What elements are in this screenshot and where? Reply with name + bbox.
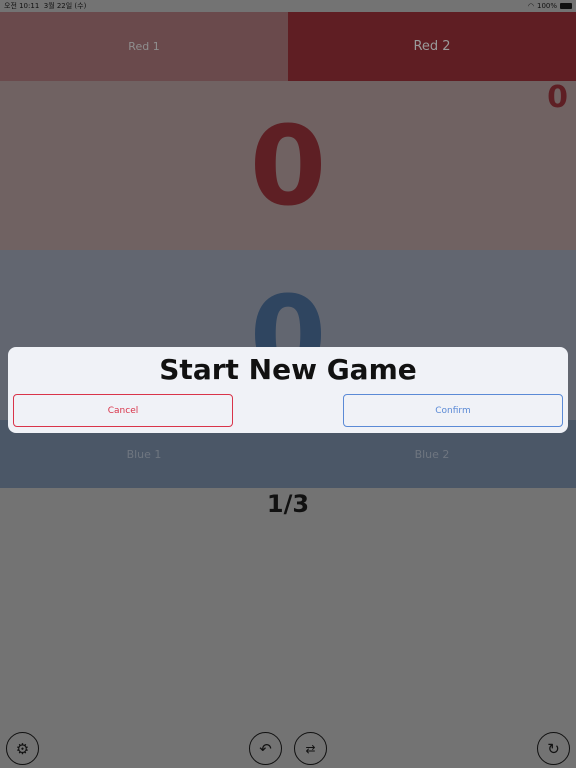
status-bar: 오전 10:11 3월 22일 (수) ◠ 100% [0,0,576,12]
refresh-icon: ↻ [547,739,560,758]
player-red-2[interactable]: Red 2 [288,12,576,81]
wifi-icon: ◠ [527,2,534,10]
red-score: 0 [249,101,327,230]
gear-icon: ⚙ [15,739,30,758]
refresh-button[interactable]: ↻ [537,732,570,765]
red-sets-won: 0 [547,80,568,115]
settings-button[interactable]: ⚙ [6,732,39,765]
battery-icon [560,3,572,9]
undo-icon: ↶ [259,739,272,758]
round-indicator: 1/3 [266,490,310,518]
player-red-1[interactable]: Red 1 [0,12,288,81]
red-score-area[interactable]: 0 [0,81,576,250]
status-time: 오전 10:11 [4,2,40,10]
undo-button[interactable]: ↶ [249,732,282,765]
new-game-dialog: Start New Game Cancel Confirm [8,347,568,433]
red-team-header: Red 1 Red 2 [0,12,576,81]
status-date: 3월 22일 (수) [43,2,87,10]
battery-percent: 100% [536,2,557,10]
dialog-title: Start New Game [159,353,417,386]
confirm-button[interactable]: Confirm [343,394,563,427]
swap-icon: ⇄ [305,741,316,756]
swap-button[interactable]: ⇄ [294,732,327,765]
cancel-button[interactable]: Cancel [13,394,233,427]
